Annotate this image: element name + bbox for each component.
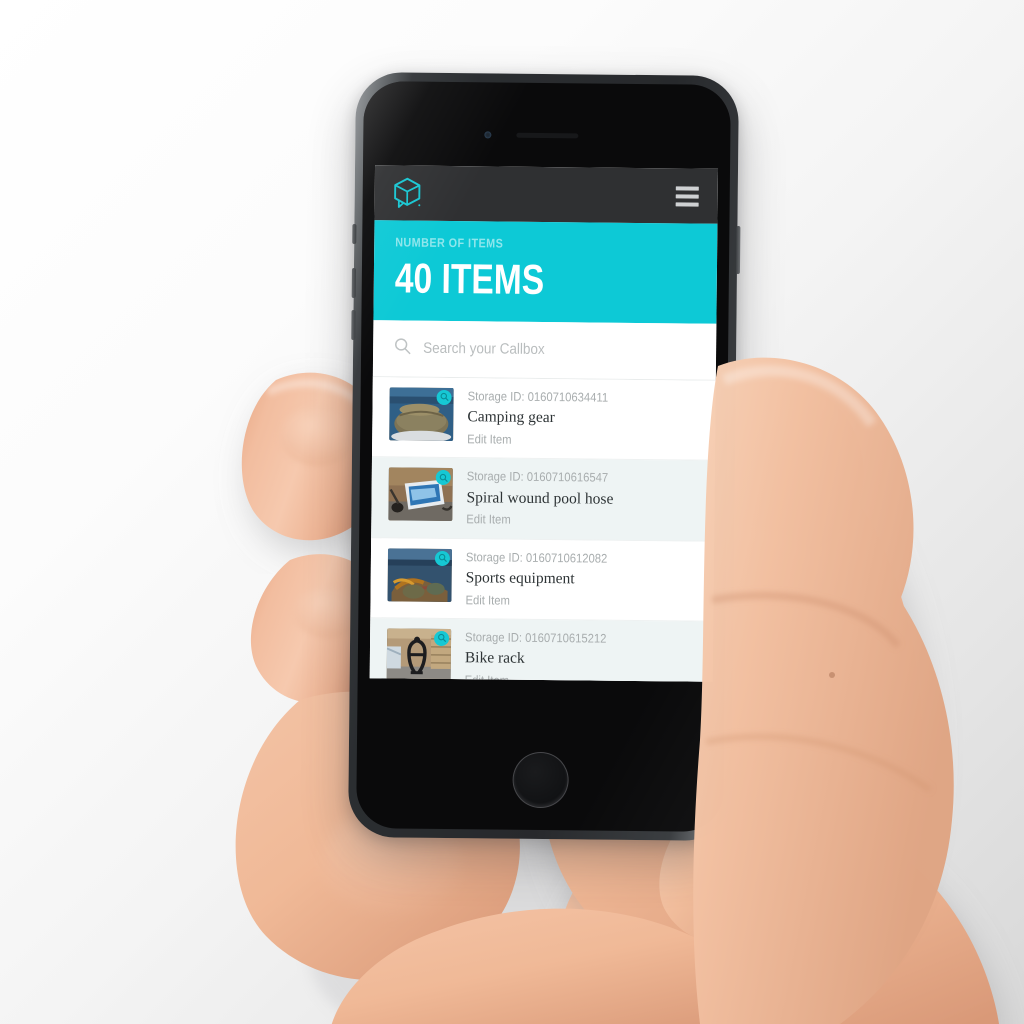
magnifier-badge-icon xyxy=(436,389,452,405)
hamburger-menu-icon[interactable] xyxy=(675,185,699,207)
item-title: Spiral wound pool hose xyxy=(466,488,614,508)
volume-down-button[interactable] xyxy=(350,309,356,341)
magnifier-badge-icon xyxy=(434,550,451,566)
phone-glass: NUMBER OF ITEMS 40 ITEMS Search your Cal… xyxy=(356,81,731,832)
list-item[interactable]: Storage ID: 0160710612082 Sports equipme… xyxy=(370,537,715,622)
edit-item-link[interactable]: Edit Item xyxy=(466,511,675,529)
earpiece-speaker xyxy=(515,132,578,139)
volume-up-button[interactable] xyxy=(351,267,356,299)
item-title: Sports equipment xyxy=(465,569,575,588)
search-input-placeholder[interactable]: Search your Callbox xyxy=(423,340,545,358)
cube-logo-icon[interactable] xyxy=(392,176,423,210)
item-count-value: 40 ITEMS xyxy=(394,254,545,303)
power-button[interactable] xyxy=(735,226,740,275)
item-thumbnail[interactable] xyxy=(389,387,454,441)
item-title: Camping gear xyxy=(467,408,555,427)
item-thumbnail[interactable] xyxy=(388,467,453,522)
list-item[interactable]: Storage ID: 0160710634411 Camping gear E… xyxy=(371,377,716,461)
app-screen: NUMBER OF ITEMS 40 ITEMS Search your Cal… xyxy=(369,165,719,682)
item-meta: Storage ID: 0160710616547 Spiral wound p… xyxy=(466,468,699,530)
item-list: Storage ID: 0160710634411 Camping gear E… xyxy=(369,377,716,682)
home-button[interactable] xyxy=(511,751,569,809)
item-storage-id: Storage ID: 0160710615212 xyxy=(465,630,607,646)
app-header xyxy=(374,165,719,224)
search-bar[interactable]: Search your Callbox xyxy=(372,320,717,381)
list-item[interactable]: Storage ID: 0160710615212 Bike rack Edit… xyxy=(369,618,714,682)
item-count-label: NUMBER OF ITEMS xyxy=(395,235,504,251)
phone-device: NUMBER OF ITEMS 40 ITEMS Search your Cal… xyxy=(348,72,740,841)
item-meta: Storage ID: 0160710615212 Bike rack Edit… xyxy=(465,629,698,682)
item-storage-id: Storage ID: 0160710616547 xyxy=(466,469,609,485)
item-storage-id: Storage ID: 0160710612082 xyxy=(465,549,608,566)
edit-item-link[interactable]: Edit Item xyxy=(465,592,674,610)
magnifier-badge-icon xyxy=(434,630,450,646)
list-item[interactable]: Storage ID: 0160710616547 Spiral wound p… xyxy=(371,457,715,542)
front-camera xyxy=(484,131,492,139)
item-meta: Storage ID: 0160710634411 Camping gear E… xyxy=(467,388,700,450)
item-thumbnail[interactable] xyxy=(386,628,452,682)
item-storage-id: Storage ID: 0160710634411 xyxy=(467,389,609,405)
item-count-banner: NUMBER OF ITEMS 40 ITEMS xyxy=(373,220,718,324)
mute-switch[interactable] xyxy=(351,223,356,245)
item-title: Bike rack xyxy=(464,649,525,668)
item-thumbnail[interactable] xyxy=(387,547,453,602)
edit-item-link[interactable]: Edit Item xyxy=(465,672,674,682)
item-meta: Storage ID: 0160710612082 Sports equipme… xyxy=(465,549,698,611)
scene: NUMBER OF ITEMS 40 ITEMS Search your Cal… xyxy=(0,0,1024,1024)
search-icon xyxy=(394,337,411,359)
edit-item-link[interactable]: Edit Item xyxy=(467,431,676,449)
